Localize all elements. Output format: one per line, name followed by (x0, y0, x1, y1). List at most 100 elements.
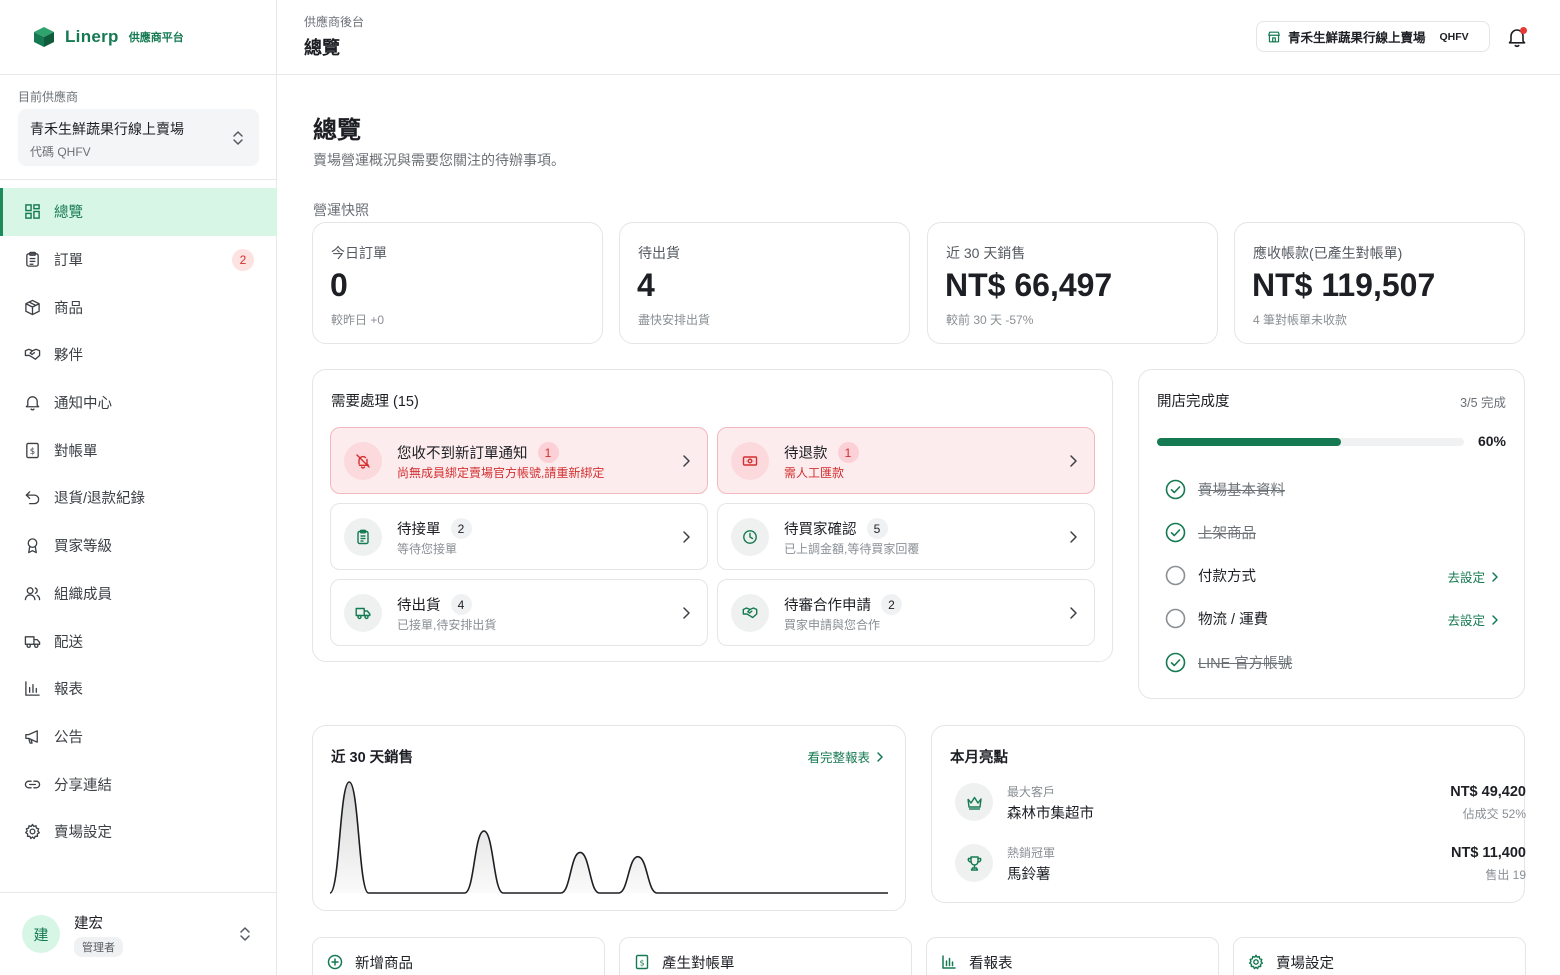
highlight-value: NT$ 49,420 (1450, 784, 1526, 800)
sidebar-item-delivery[interactable]: 配送 (0, 617, 277, 665)
kpi-label: 應收帳款(已產生對帳單) (1253, 245, 1403, 261)
empty-circle-icon (1165, 565, 1186, 585)
truck-icon (355, 607, 371, 620)
todo-icon (344, 518, 382, 556)
sidebar-item-statements[interactable]: $ 對帳單 (0, 426, 277, 474)
brand[interactable]: Linerp 供應商平台 (32, 24, 184, 50)
setup-step-list-products[interactable]: 上架商品 (1165, 521, 1510, 543)
notification-dot (1520, 27, 1527, 34)
setup-payment-link[interactable]: 去設定 (1447, 567, 1500, 586)
todo-item-pending-partner-request[interactable]: 待審合作申請 2 買家申請與您合作 (717, 579, 1095, 646)
quick-action-store-settings[interactable]: 賣場設定 (1233, 937, 1526, 975)
setup-step-shipping: 物流 / 運費 去設定 (1165, 607, 1510, 629)
sidebar-item-label: 分享連結 (54, 777, 112, 794)
kpi-note: 盡快安排出貨 (638, 313, 711, 327)
highlight-top-customer[interactable]: 最大客戶 森林市集超市 NT$ 49,420 佔成交 52% (952, 777, 1526, 827)
highlight-label: 最大客戶 (1007, 785, 1056, 799)
kpi-label: 待出貨 (638, 245, 680, 261)
todo-item-notification-unbound[interactable]: 您收不到新訂單通知 1 尚無成員綁定賣場官方帳號,請重新綁定 (330, 427, 708, 494)
sidebar-item-label: 總覽 (54, 205, 83, 222)
sales-chart (330, 781, 888, 894)
quick-action-view-reports[interactable]: 看報表 (926, 937, 1219, 975)
sidebar-item-overview[interactable]: 總覽 (0, 188, 277, 236)
full-report-link[interactable]: 看完整報表 (807, 747, 885, 766)
sidebar-item-announcements[interactable]: 公告 (0, 713, 277, 761)
sidebar-item-store-settings[interactable]: 賣場設定 (0, 808, 277, 856)
todo-title: 您收不到新訂單通知 1 (397, 442, 559, 463)
sidebar-item-reports[interactable]: 報表 (0, 665, 277, 713)
empty-circle-icon (1165, 608, 1186, 628)
kpi-value: 4 (637, 267, 655, 303)
highlight-icon (955, 783, 993, 821)
store-switcher-button[interactable]: 青禾生鮮蔬果行線上賣場 QHFV (1256, 21, 1490, 52)
supplier-name: 青禾生鮮蔬果行線上賣場 (30, 121, 184, 137)
setup-step-label: 付款方式 (1198, 568, 1256, 585)
check-circle-icon (1165, 479, 1186, 499)
chevron-right-icon (683, 455, 690, 467)
quick-action-add-product[interactable]: 新增商品 (312, 937, 605, 975)
sidebar-item-orders[interactable]: 訂單 2 (0, 236, 277, 284)
highlight-best-seller[interactable]: 熱銷冠軍 馬鈴薯 NT$ 11,400 售出 19 (952, 838, 1526, 888)
sidebar-item-label: 買家等級 (54, 539, 112, 556)
user-menu[interactable]: 建 建宏 管理者 (0, 893, 277, 975)
todo-item-pending-buyer-confirm[interactable]: 待買家確認 5 已上調金額,等待買家回覆 (717, 503, 1095, 570)
todo-count-badge: 2 (881, 594, 902, 615)
gear-icon (25, 824, 40, 840)
setup-step-label: 物流 / 運費 (1198, 611, 1269, 628)
quick-action-label: 產生對帳單 (662, 956, 735, 972)
brand-logo-icon (34, 27, 54, 47)
highlights-panel: 本月亮點 最大客戶 森林市集超市 NT$ 49,420 佔成交 52% 熱銷冠軍… (931, 725, 1526, 903)
page-title: 總覽 (313, 117, 361, 144)
return-icon (25, 491, 40, 505)
supplier-switcher[interactable]: 青禾生鮮蔬果行線上賣場 代碼 QHFV (18, 109, 259, 166)
bar-chart-icon (942, 955, 956, 969)
todo-count-badge: 5 (866, 518, 888, 539)
store-name: 青禾生鮮蔬果行線上賣場 (1288, 31, 1426, 45)
quick-action-create-statement[interactable]: $ 產生對帳單 (619, 937, 912, 975)
todo-title-text: 待審合作申請 (784, 598, 871, 614)
todo-count-badge: 1 (537, 442, 559, 463)
cash-icon (742, 456, 758, 466)
setup-percent: 60% (1477, 433, 1506, 449)
kpi-label: 今日訂單 (331, 245, 387, 261)
gear-icon (1248, 954, 1264, 970)
setup-step-basic-info[interactable]: 賣場基本資料 (1165, 478, 1510, 500)
sidebar-item-partners[interactable]: 夥伴 (0, 331, 277, 379)
sidebar-item-products[interactable]: 商品 (0, 283, 277, 331)
setup-shipping-link[interactable]: 去設定 (1447, 610, 1500, 629)
kpi-value: 0 (330, 267, 348, 303)
sidebar: Linerp 供應商平台 目前供應商 青禾生鮮蔬果行線上賣場 代碼 QHFV 總… (0, 0, 277, 975)
todo-item-pending-shipment[interactable]: 待出貨 4 已接單,待安排出貨 (330, 579, 708, 646)
check-circle-icon (1165, 652, 1186, 672)
trophy-icon (967, 855, 981, 871)
todo-item-pending-refund[interactable]: 待退款 1 需人工匯款 (717, 427, 1095, 494)
sidebar-item-members[interactable]: 組織成員 (0, 570, 277, 618)
todo-item-pending-accept[interactable]: 待接單 2 等待您接單 (330, 503, 708, 570)
setup-progress-panel: 開店完成度 3/5 完成 60% 賣場基本資料 上架商品 付款方式 去設定 物流… (1138, 369, 1525, 699)
invoice-icon: $ (26, 442, 39, 459)
chevron-right-icon (877, 751, 883, 762)
chevron-right-icon (1492, 571, 1498, 582)
highlights-title: 本月亮點 (950, 750, 1008, 766)
link-icon (24, 780, 41, 789)
kpi-sales-30d: 近 30 天銷售 NT$ 66,497 較前 30 天 -57% (927, 222, 1218, 344)
header-title: 總覽 (304, 38, 340, 58)
todo-title-text: 您收不到新訂單通知 (397, 446, 528, 462)
dashboard-icon (25, 204, 40, 220)
todo-count-badge: 4 (450, 594, 472, 615)
todo-icon (344, 442, 382, 480)
setup-step-line-account[interactable]: LINE 官方帳號 (1165, 651, 1510, 673)
sidebar-item-notifications[interactable]: 通知中心 (0, 379, 277, 427)
sales-chart-panel: 近 30 天銷售 看完整報表 (312, 725, 906, 911)
kpi-label: 近 30 天銷售 (946, 245, 1026, 261)
sidebar-item-buyer-tiers[interactable]: 買家等級 (0, 522, 277, 570)
todo-title: 待出貨 4 (397, 594, 472, 615)
award-icon (27, 538, 38, 554)
chevron-right-icon (1070, 531, 1077, 543)
users-icon (24, 587, 41, 601)
breadcrumb[interactable]: 供應商後台 (304, 13, 364, 30)
quick-action-label: 新增商品 (355, 956, 413, 972)
sidebar-item-share-links[interactable]: 分享連結 (0, 760, 277, 808)
setup-panel-title: 開店完成度 (1157, 394, 1230, 410)
sidebar-item-returns[interactable]: 退貨/退款紀錄 (0, 474, 277, 522)
